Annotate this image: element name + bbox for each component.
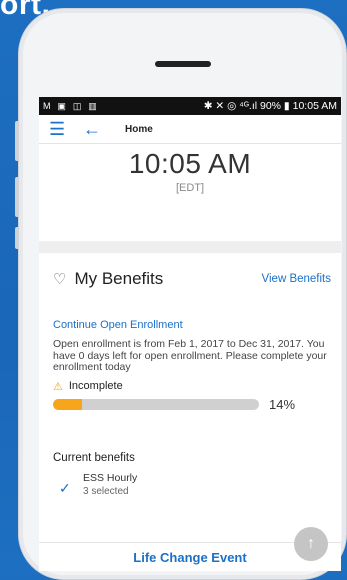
enrollment-progress: 14% bbox=[53, 397, 331, 412]
list-item-text: ESS Hourly 3 selected bbox=[83, 472, 137, 497]
progress-percent: 14% bbox=[269, 396, 296, 412]
mute-switch bbox=[15, 227, 19, 249]
speaker-grille bbox=[155, 61, 211, 67]
clock-time: 10:05 AM bbox=[128, 148, 252, 179]
benefit-sub: 3 selected bbox=[83, 485, 129, 497]
status-right-text: ✱ ✕ ◎ ⁴ᴳ.ıl 90% ▮ 10:05 AM bbox=[203, 100, 337, 112]
list-item[interactable]: ✓ ESS Hourly 3 selected bbox=[53, 472, 331, 497]
benefits-title: ♡ My Benefits bbox=[53, 269, 163, 289]
phone-frame: M ▣ ◫ ▥ ✱ ✕ ◎ ⁴ᴳ.ıl 90% ▮ 10:05 AM ☰ ← H… bbox=[15, 8, 347, 580]
image-icon: ▣ bbox=[57, 101, 66, 111]
status-bar: M ▣ ◫ ▥ ✱ ✕ ◎ ⁴ᴳ.ıl 90% ▮ 10:05 AM bbox=[39, 97, 341, 115]
volume-down-button bbox=[15, 177, 19, 217]
benefit-name: ESS Hourly bbox=[83, 471, 138, 484]
heart-pulse-icon: ♡ bbox=[53, 271, 67, 288]
bag-icon: ▥ bbox=[88, 101, 97, 111]
calendar-icon: ◫ bbox=[72, 101, 82, 111]
clock-timezone: [EDT] bbox=[175, 182, 205, 194]
continue-enrollment-link[interactable]: Continue Open Enrollment bbox=[53, 319, 331, 331]
benefits-card: ♡ My Benefits View Benefits Continue Ope… bbox=[39, 253, 341, 497]
incomplete-status: ⚠ Incomplete bbox=[53, 380, 331, 393]
scroll-to-top-button[interactable]: ↑ bbox=[294, 527, 328, 561]
enrollment-description: Open enrollment is from Feb 1, 2017 to D… bbox=[53, 338, 327, 373]
incomplete-label: Incomplete bbox=[68, 380, 123, 392]
mail-icon: M bbox=[43, 101, 51, 111]
progress-bar-track bbox=[53, 398, 259, 410]
status-left-icons: M ▣ ◫ ▥ bbox=[43, 100, 101, 112]
volume-up-button bbox=[15, 121, 19, 161]
view-benefits-link[interactable]: View Benefits bbox=[262, 273, 331, 285]
hamburger-menu-icon[interactable]: ☰ bbox=[49, 119, 69, 140]
progress-bar-fill bbox=[53, 398, 82, 410]
clock-widget: 10:05 AM [EDT] bbox=[39, 148, 341, 194]
current-benefits-title: Current benefits bbox=[53, 451, 135, 464]
section-divider bbox=[39, 241, 341, 253]
arrow-up-icon: ↑ bbox=[307, 535, 315, 552]
back-arrow-icon[interactable]: ← bbox=[83, 119, 103, 140]
app-bar-title: Home bbox=[125, 123, 153, 135]
benefits-title-text: My Benefits bbox=[74, 269, 164, 288]
benefits-header: ♡ My Benefits View Benefits bbox=[53, 269, 331, 289]
phone-screen: M ▣ ◫ ▥ ✱ ✕ ◎ ⁴ᴳ.ıl 90% ▮ 10:05 AM ☰ ← H… bbox=[39, 97, 341, 571]
app-bar: ☰ ← Home bbox=[39, 115, 341, 144]
warning-icon: ⚠ bbox=[53, 380, 63, 393]
checkmark-icon: ✓ bbox=[59, 479, 71, 496]
